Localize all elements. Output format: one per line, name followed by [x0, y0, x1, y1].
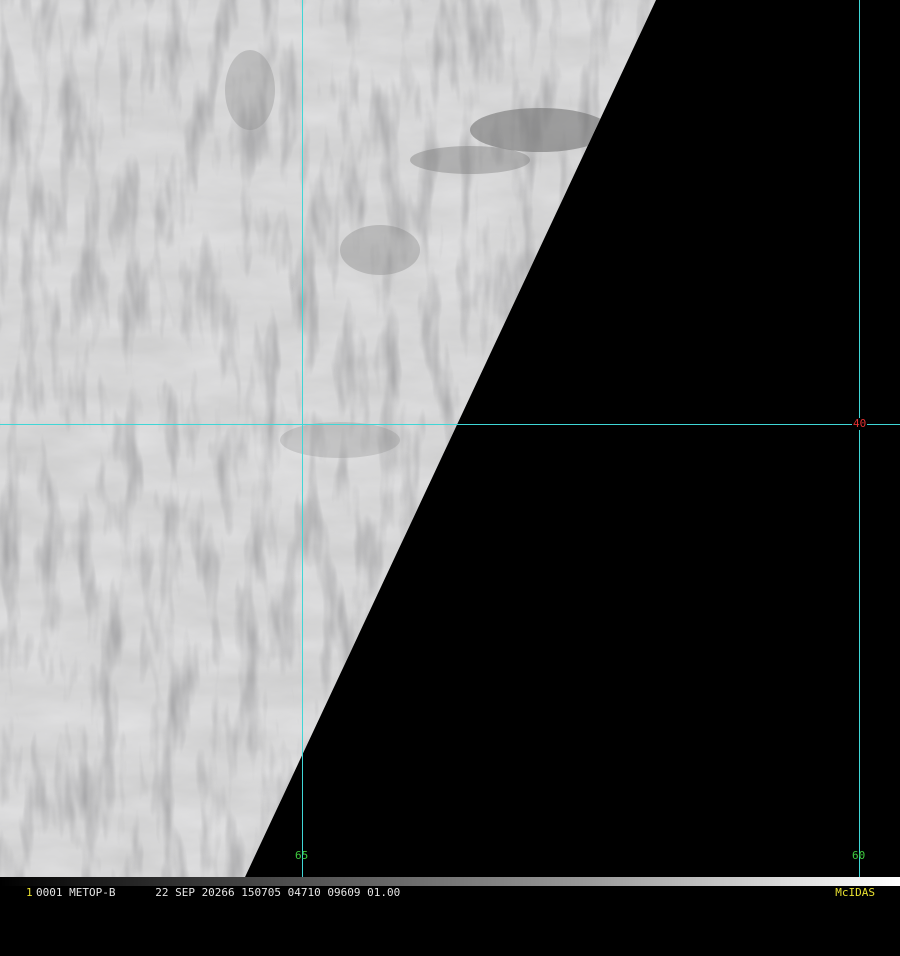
dark-cloud-patch	[280, 422, 400, 458]
longitude-label-65: 65	[295, 849, 309, 862]
dark-cloud-patch	[225, 50, 275, 130]
status-bar: 1 0001 METOP-B 22 SEP 20266 150705 04710…	[0, 877, 900, 900]
image-info: 0001 METOP-B 22 SEP 20266 150705 04710 0…	[36, 886, 401, 899]
frame-number: 1	[26, 886, 33, 899]
brand-label: McIDAS	[835, 886, 875, 899]
grayscale-bar	[0, 877, 900, 886]
dark-cloud-band	[410, 146, 530, 174]
longitude-label-60: 60	[852, 849, 866, 862]
latitude-label-40: 40	[852, 417, 868, 430]
dark-cloud-patch	[340, 225, 420, 275]
satellite-image	[0, 0, 900, 877]
